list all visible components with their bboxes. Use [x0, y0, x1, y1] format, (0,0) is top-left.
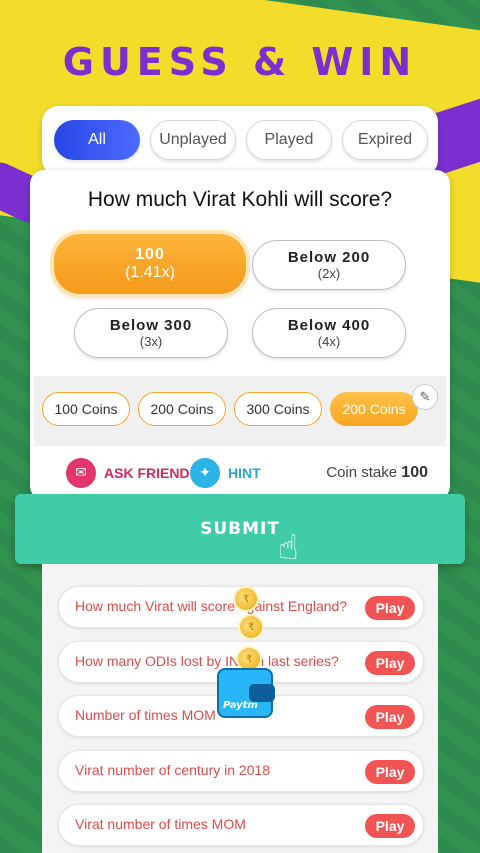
coin-stake: Coin stake 100 [326, 464, 428, 482]
play-button[interactable]: Play [365, 814, 415, 838]
ask-friend-label: ASK FRIEND [104, 465, 190, 481]
play-button[interactable]: Play [365, 760, 415, 784]
hint-label: HINT [228, 465, 261, 481]
option-below-300[interactable]: Below 300 (3x) [74, 308, 228, 358]
list-item-text: Virat number of century in 2018 [75, 762, 271, 778]
coin-option-100[interactable]: 100 Coins [42, 392, 130, 426]
list-item-text: How many ODIs lost by IND in last series… [75, 653, 339, 669]
tab-all[interactable]: All [54, 120, 140, 160]
coin-option-300[interactable]: 300 Coins [234, 392, 322, 426]
list-item-text: Number of times MOM [75, 707, 216, 723]
coin-option-custom[interactable]: 200 Coins [330, 392, 418, 426]
list-item[interactable]: Virat number of century in 2018 Play [58, 750, 424, 792]
submit-button[interactable]: SUBMIT [15, 494, 465, 564]
question-text: How much Virat Kohli will score? [87, 188, 393, 211]
hint-button[interactable]: ✦ HINT [190, 458, 261, 488]
option-label: Below 400 [287, 317, 371, 334]
edit-pencil-icon[interactable]: ✎ [412, 384, 438, 410]
question-card: How much Virat Kohli will score? 100 (1.… [30, 170, 450, 500]
ask-friend-button[interactable]: ✉ ASK FRIEND [66, 458, 190, 488]
lightbulb-icon: ✦ [190, 458, 220, 488]
coin-icon: ₹ [233, 586, 259, 612]
option-label: Below 200 [287, 249, 371, 266]
list-item-text: How much Virat will score against Englan… [75, 598, 348, 614]
paytm-wallet-icon: Paytm [217, 668, 275, 718]
option-label: Below 300 [109, 317, 193, 334]
hand-pointer-icon: ☝ [278, 528, 299, 568]
play-button[interactable]: Play [365, 705, 415, 729]
option-multiplier: (2x) [317, 266, 341, 281]
submit-label: SUBMIT [200, 519, 280, 539]
option-below-200[interactable]: Below 200 (2x) [252, 240, 406, 290]
wallet-brand: Paytm [223, 700, 258, 711]
coin-icon: ₹ [238, 614, 264, 640]
option-below-400[interactable]: Below 400 (4x) [252, 308, 406, 358]
play-button[interactable]: Play [365, 596, 415, 620]
option-multiplier: (1.41x) [125, 264, 175, 281]
option-100[interactable]: 100 (1.41x) [54, 234, 246, 294]
page-title: GUESS & WIN [62, 40, 418, 84]
list-item-text: Virat number of times MOM [75, 816, 246, 832]
tab-expired[interactable]: Expired [342, 120, 428, 160]
gift-icon: ✉ [66, 458, 96, 488]
option-label: 100 [135, 246, 165, 263]
coin-stake-label: Coin stake [326, 464, 398, 481]
coin-option-200[interactable]: 200 Coins [138, 392, 226, 426]
coin-stake-value: 100 [401, 464, 428, 481]
option-multiplier: (3x) [139, 334, 163, 349]
option-multiplier: (4x) [317, 334, 341, 349]
coin-selector: 100 Coins 200 Coins 300 Coins 200 Coins … [34, 376, 446, 446]
tab-played[interactable]: Played [246, 120, 332, 160]
list-item[interactable]: Virat number of times MOM Play [58, 804, 424, 846]
filter-tabs: All Unplayed Played Expired [42, 106, 438, 176]
play-button[interactable]: Play [365, 651, 415, 675]
tab-unplayed[interactable]: Unplayed [150, 120, 236, 160]
